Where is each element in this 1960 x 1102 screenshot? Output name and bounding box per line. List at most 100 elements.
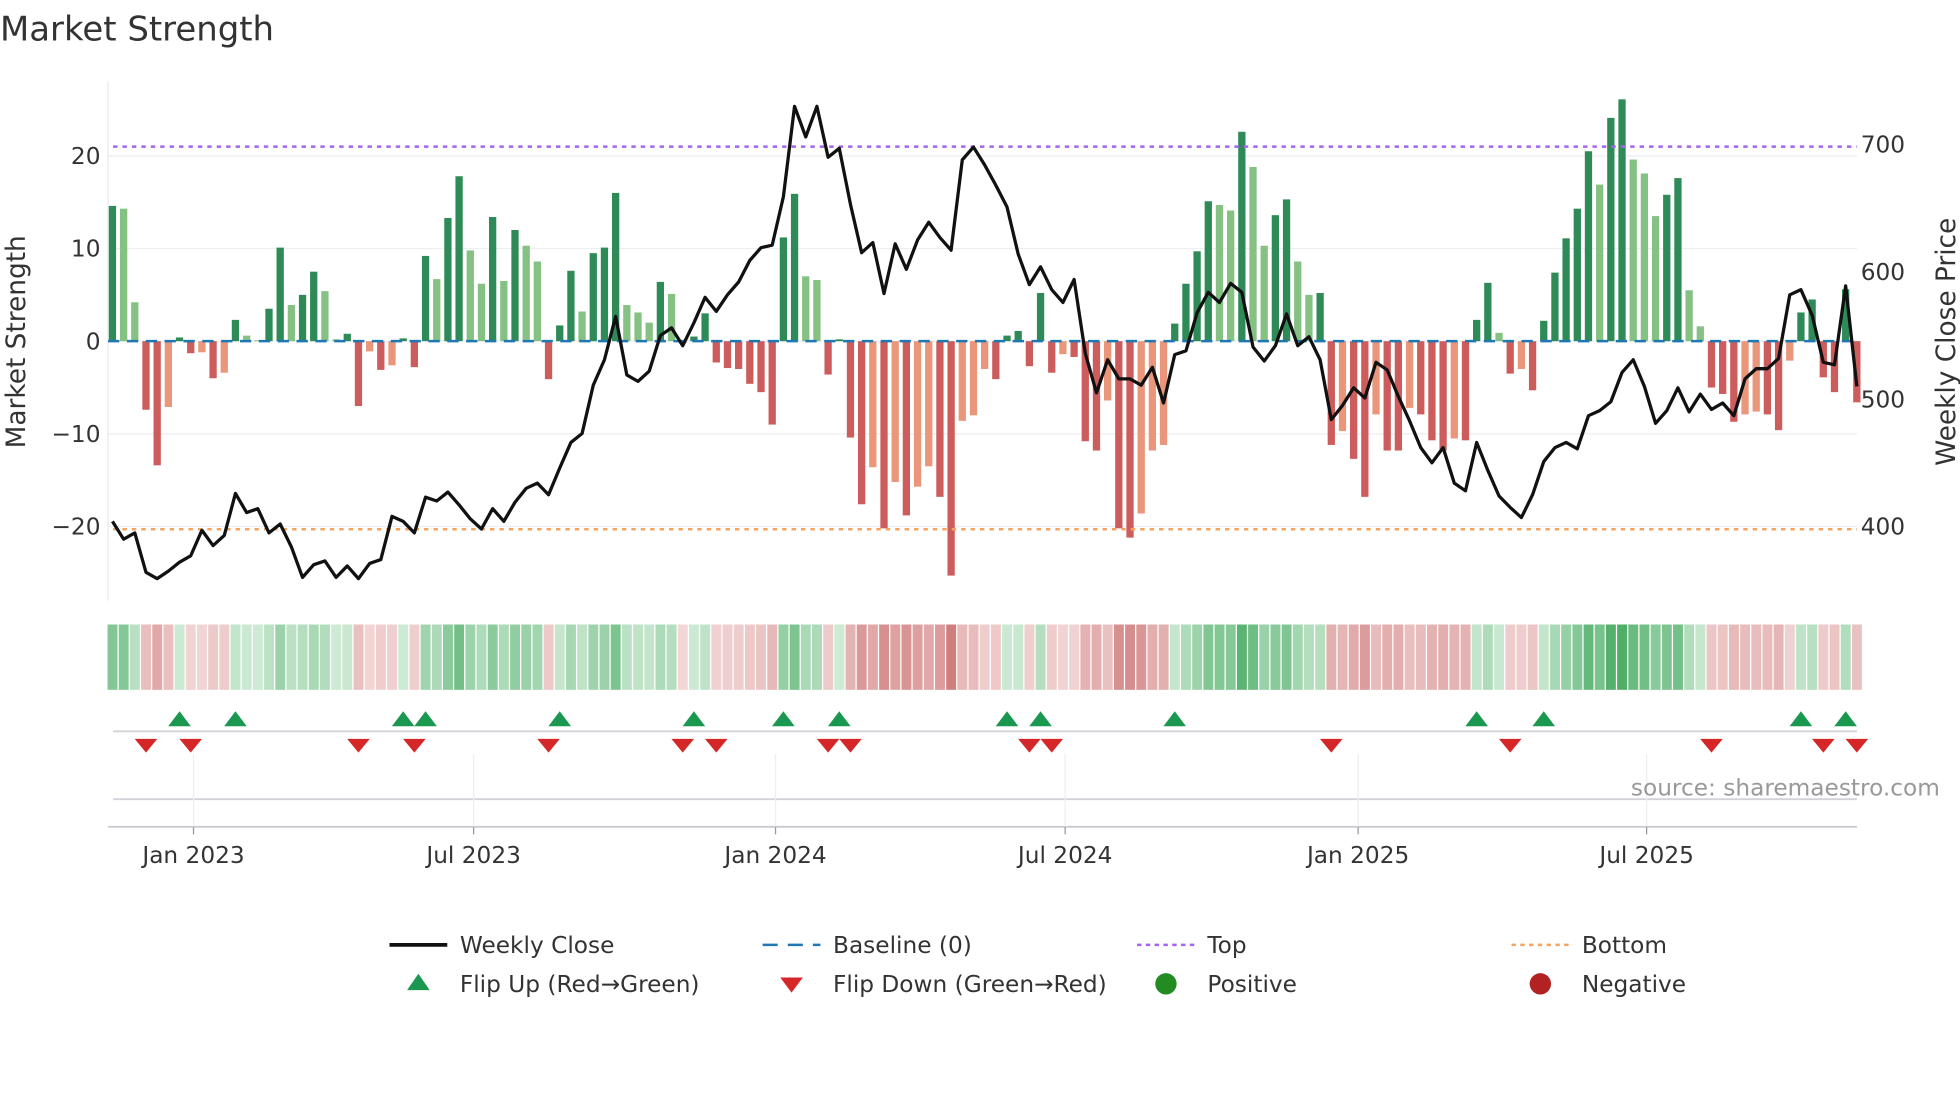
heat-cell (1248, 624, 1259, 690)
positive-bar (779, 237, 788, 342)
heat-cell (1326, 624, 1337, 690)
heat-cell (633, 624, 644, 690)
heat-cell (264, 624, 275, 690)
negative-bar (153, 341, 161, 466)
heat-cell (1002, 624, 1013, 690)
legend: Weekly Close Baseline (0) Top Bottom Flip Up… (389, 932, 1686, 998)
positive-bar (511, 229, 519, 342)
positive-bar (455, 176, 463, 342)
negative-bar (746, 341, 754, 384)
y-axis-ticks: 20 10 0 −10 −20 700 600 500 400 (51, 132, 1905, 541)
negative-bar (913, 341, 922, 487)
positive-bar (1674, 178, 1682, 342)
heat-cell (1337, 624, 1348, 690)
heat-cell (946, 624, 957, 690)
x-tick-label: Jul 2023 (424, 842, 521, 869)
heat-cell (700, 624, 711, 690)
heat-cell (1550, 624, 1560, 690)
positive-bar (589, 253, 597, 342)
heat-cell (1740, 624, 1751, 690)
negative-bar (735, 341, 743, 369)
positive-bar (466, 250, 474, 342)
negative-bar (1148, 341, 1157, 451)
heat-cell (454, 624, 465, 690)
heat-cell (1259, 624, 1270, 690)
negative-bar (142, 341, 150, 410)
legend-label: Flip Down (Green→Red) (833, 971, 1107, 998)
heat-cell (1639, 624, 1650, 690)
negative-bar (880, 341, 888, 529)
negative-bar (757, 341, 765, 393)
source-note: source: sharemaestro.com (1631, 774, 1940, 801)
negative-bar (869, 341, 877, 468)
positive-bar (1036, 292, 1045, 342)
positive-bar (477, 283, 486, 342)
positive-bar (108, 205, 117, 342)
positive-bar (1473, 319, 1481, 342)
heat-cell (297, 624, 308, 690)
legend-label: Bottom (1582, 932, 1667, 959)
x-tick-label: Jan 2023 (140, 842, 244, 869)
heat-cell (1561, 624, 1572, 690)
positive-bar (533, 261, 542, 342)
positive-bar (835, 339, 843, 342)
heat-cell (1046, 624, 1057, 690)
chart-title: Market Strength (0, 9, 274, 48)
heat-cell (957, 624, 968, 690)
heat-cell (756, 624, 767, 690)
heat-cell (1728, 624, 1739, 690)
positive-bar (131, 302, 139, 342)
heat-cell (1214, 624, 1225, 690)
heat-cell (1818, 624, 1829, 690)
heat-cell (1706, 624, 1717, 690)
heat-cell (856, 624, 867, 690)
negative-bar (410, 341, 419, 368)
heat-cell (711, 624, 722, 690)
heat-cell (1594, 624, 1605, 690)
flip-down-marker (1700, 738, 1723, 753)
negative-bar (1126, 341, 1134, 538)
flip-down-marker (816, 738, 840, 753)
negative-bar (1752, 341, 1760, 412)
positive-bar (1171, 323, 1179, 342)
heat-cell (722, 624, 733, 690)
flip-up-marker (995, 711, 1019, 727)
legend-label: Flip Up (Red→Green) (460, 971, 700, 998)
positive-bar (1204, 201, 1212, 342)
negative-bar (1528, 341, 1537, 391)
heat-cell (107, 624, 118, 690)
positive-bar (298, 294, 307, 342)
flip-up-marker (1532, 711, 1556, 727)
heat-cell (1773, 624, 1784, 690)
flip-down-marker (1811, 738, 1835, 753)
heat-cell (409, 624, 420, 690)
heat-cell (252, 624, 263, 690)
legend-label: Top (1206, 932, 1246, 959)
positive-bar (444, 217, 452, 342)
negative-bar (846, 341, 855, 438)
heat-cell (901, 624, 912, 690)
positive-bar (645, 322, 653, 342)
y2-tick-label: 500 (1861, 386, 1905, 413)
negative-bar (1059, 341, 1067, 355)
heat-cell (1796, 624, 1806, 690)
heat-cell (1404, 624, 1415, 690)
positive-bar (556, 325, 564, 342)
heat-cell (1505, 624, 1516, 690)
positive-bar (1573, 208, 1581, 342)
negative-bar (1137, 341, 1145, 514)
flip-down-marker (347, 738, 370, 753)
x-tick-label: Jan 2024 (722, 842, 826, 869)
negative-bar (1517, 341, 1526, 369)
heat-cell (1125, 624, 1136, 690)
positive-bar (276, 247, 284, 342)
x-axis: Jan 2023 Jul 2023 Jan 2024 Jul 2024 Jan 2025… (108, 753, 1857, 869)
positive-bar (790, 193, 799, 342)
heat-cell (1751, 624, 1762, 690)
heat-cell (1024, 624, 1035, 690)
positive-bar (421, 255, 430, 342)
heat-cell (443, 624, 453, 690)
strength-heat-strip (107, 624, 1862, 690)
negative-bar (1025, 341, 1034, 367)
heat-cell (677, 624, 688, 690)
